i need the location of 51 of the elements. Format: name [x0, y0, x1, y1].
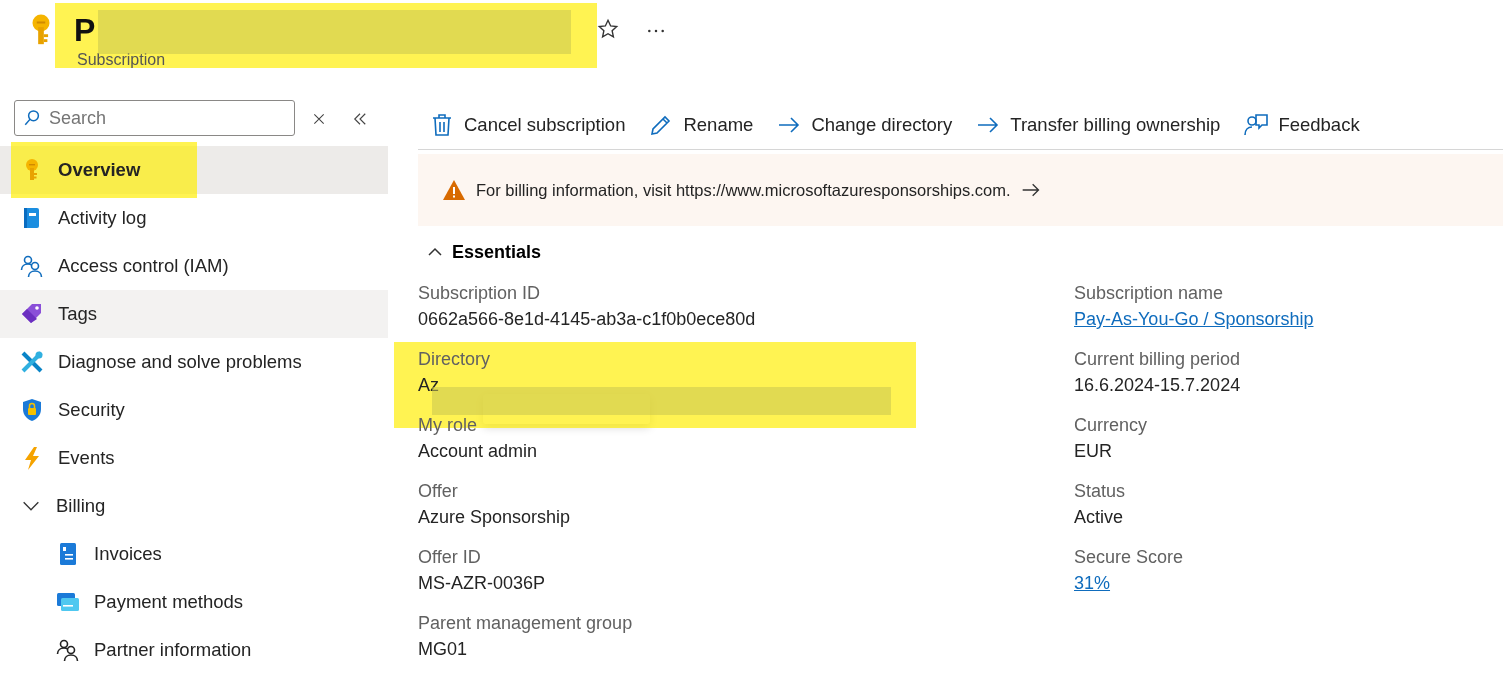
toolbar-button[interactable]: Rename: [649, 110, 754, 139]
field-label: Offer: [418, 480, 458, 503]
field-label: Subscription ID: [418, 282, 541, 305]
field-value: 0662a566-8e1d-4145-ab3a-c1f0b0ece80d: [418, 308, 757, 331]
toolbar-button[interactable]: Feedback: [1244, 110, 1360, 139]
shield-icon: [20, 398, 44, 422]
field-label: Subscription name: [1074, 282, 1224, 305]
toolbar-button[interactable]: Cancel subscription: [430, 110, 626, 139]
people-icon: [56, 638, 80, 662]
field-value: Azure Sponsorship: [418, 506, 572, 529]
page-title: P: [74, 11, 96, 49]
field-link[interactable]: 31%: [1074, 570, 1111, 596]
nav-item[interactable]: Partner information: [0, 626, 388, 674]
nav-item[interactable]: Billing: [0, 482, 388, 530]
warning-icon: [442, 178, 466, 202]
banner-link[interactable]: For billing information, visit https://www.microsoftazuresponsorships.com.: [476, 177, 1011, 203]
field-value: Az: [418, 374, 440, 397]
nav-item[interactable]: Access control (IAM): [0, 242, 388, 290]
essentials-toggle[interactable]: Essentials: [418, 226, 548, 278]
toolbar-button[interactable]: Change directory: [777, 110, 953, 139]
field-value: EUR: [1074, 440, 1113, 463]
field-value: 16.6.2024-15.7.2024: [1074, 374, 1242, 397]
tools-icon: [20, 350, 44, 374]
field-label: Offer ID: [418, 546, 481, 569]
field-label: Directory: [418, 348, 490, 371]
nav-item[interactable]: Activity log: [0, 194, 388, 242]
people-icon: [20, 254, 44, 278]
field-label: Parent management group: [418, 612, 633, 635]
field-value: Active: [1074, 506, 1125, 529]
trash-icon: [430, 112, 454, 137]
nav-item[interactable]: Tags: [0, 290, 388, 338]
page-subtitle: Subscription: [77, 50, 167, 70]
field-value: MG01: [418, 638, 469, 661]
nav-item[interactable]: Payment methods: [0, 578, 388, 626]
credit-card-icon: [56, 590, 80, 614]
feedback-icon: [1244, 112, 1269, 137]
nav-item[interactable]: Events: [0, 434, 388, 482]
search-field[interactable]: Search: [14, 100, 295, 136]
toolbar-button[interactable]: Transfer billing ownership: [976, 110, 1221, 139]
field-label: Currency: [1074, 414, 1148, 437]
field-value: MS-AZR-0036P: [418, 572, 547, 595]
field-label: Current billing period: [1074, 348, 1241, 371]
search-icon: [23, 109, 41, 127]
tag-icon: [20, 302, 44, 326]
nav-item[interactable]: Security: [0, 386, 388, 434]
nav-item[interactable]: Invoices: [0, 530, 388, 578]
field-label: Secure Score: [1074, 546, 1184, 569]
field-label: Status: [1074, 480, 1126, 503]
field-link[interactable]: Pay-As-You-Go / Sponsorship: [1074, 306, 1314, 332]
nav-item[interactable]: Diagnose and solve problems: [0, 338, 388, 386]
field-value: Account admin: [418, 440, 539, 463]
